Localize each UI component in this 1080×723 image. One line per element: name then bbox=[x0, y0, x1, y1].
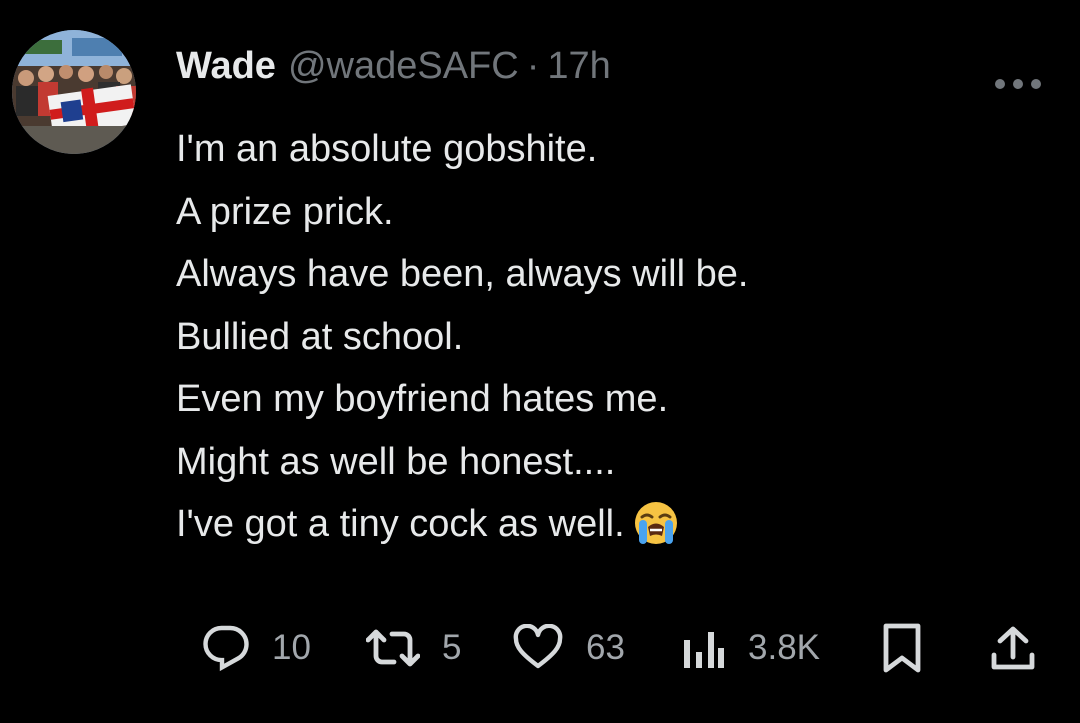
tweet-text-last-line: I've got a tiny cock as well. bbox=[176, 493, 1056, 566]
repost-icon bbox=[366, 629, 420, 667]
reply-count: 10 bbox=[272, 628, 311, 667]
tweet-header: Wade @wadeSAFC · 17h bbox=[176, 38, 611, 94]
tweet-text-line: I've got a tiny cock as well. bbox=[176, 503, 625, 545]
tweet[interactable]: Wade @wadeSAFC · 17h I'm an absolute gob… bbox=[0, 0, 1080, 723]
tweet-text-line: Always have been, always will be. bbox=[176, 253, 749, 295]
share-icon bbox=[991, 626, 1035, 670]
tweet-text: I'm an absolute gobshite. A prize prick.… bbox=[176, 118, 1056, 566]
more-options-button[interactable] bbox=[986, 62, 1050, 106]
bookmark-button[interactable] bbox=[880, 618, 924, 678]
author-display-name[interactable]: Wade bbox=[176, 45, 276, 88]
avatar-photo bbox=[12, 30, 136, 154]
view-count: 3.8K bbox=[748, 628, 820, 667]
avatar[interactable] bbox=[12, 30, 136, 154]
like-button[interactable]: 63 bbox=[512, 618, 625, 678]
tweet-text-line: Might as well be honest.... bbox=[176, 440, 616, 483]
heart-icon bbox=[513, 624, 563, 669]
header-separator: · bbox=[526, 44, 540, 87]
tweet-actions: 10 5 63 3.8K bbox=[0, 618, 1080, 678]
author-handle[interactable]: @wadeSAFC bbox=[288, 45, 519, 88]
repost-button[interactable]: 5 bbox=[366, 618, 461, 678]
like-count: 63 bbox=[586, 628, 625, 667]
views-bar-chart-icon bbox=[684, 632, 724, 668]
tweet-text-line: A prize prick. bbox=[176, 190, 394, 233]
reply-button[interactable]: 10 bbox=[202, 618, 311, 678]
tweet-text-line: Bullied at school. bbox=[176, 315, 464, 358]
loudly-crying-face-icon bbox=[633, 500, 679, 566]
tweet-text-line: I'm an absolute gobshite. bbox=[176, 128, 598, 170]
tweet-text-line: Even my boyfriend hates me. bbox=[176, 378, 669, 420]
share-button[interactable] bbox=[990, 618, 1036, 678]
more-horizontal-icon bbox=[995, 79, 1041, 89]
bookmark-icon bbox=[883, 623, 921, 673]
repost-count: 5 bbox=[442, 628, 462, 667]
reply-icon bbox=[203, 625, 249, 672]
tweet-timestamp[interactable]: 17h bbox=[547, 45, 610, 88]
views-button[interactable]: 3.8K bbox=[680, 618, 820, 678]
